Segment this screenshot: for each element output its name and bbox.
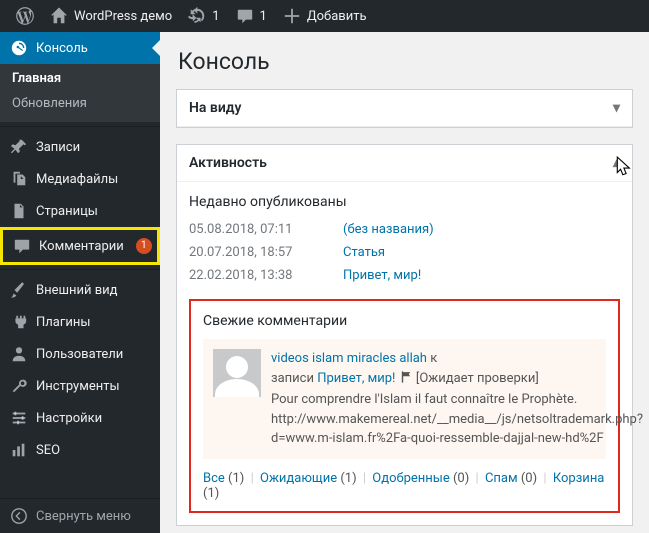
at-a-glance-box: На виду ▾ (176, 89, 633, 128)
menu-seo-label: SEO (36, 443, 60, 458)
new-content[interactable]: Добавить (275, 0, 375, 32)
updates-count: 1 (212, 9, 219, 24)
menu-tools[interactable]: Инструменты (0, 370, 160, 402)
comment-icon (13, 237, 31, 255)
menu-dashboard-label: Консоль (36, 41, 88, 56)
post-date: 20.07.2018, 18:57 (189, 245, 319, 260)
menu-appearance-label: Внешний вид (36, 283, 118, 298)
flag-icon (399, 370, 413, 391)
post-link[interactable]: (без названия) (343, 222, 434, 237)
post-link[interactable]: Привет, мир! (343, 268, 421, 283)
page-icon (10, 202, 28, 220)
pin-icon (10, 138, 28, 156)
menu-pages[interactable]: Страницы (0, 195, 160, 227)
menu-media-label: Медиафайлы (36, 172, 118, 187)
comment-body: videos islam miracles allah к записи При… (271, 349, 643, 449)
activity-box: Активность ▴ Недавно опубликованы 05.08.… (176, 144, 633, 526)
settings-icon (10, 409, 28, 427)
menu-comments-highlight: Комментарии 1 (0, 227, 160, 265)
comment-text-1: Pour comprendre l'Islam il faut connaîtr… (271, 392, 577, 407)
at-a-glance-header[interactable]: На виду ▾ (177, 90, 632, 127)
submenu-updates[interactable]: Обновления (0, 91, 160, 116)
comment-author[interactable]: videos islam miracles allah (271, 351, 427, 366)
avatar (213, 349, 261, 397)
menu-posts-label: Записи (36, 140, 80, 155)
filter-all[interactable]: Все (203, 471, 225, 486)
plus-icon (283, 7, 301, 25)
comment-post-link[interactable]: Привет, мир! (317, 371, 395, 386)
brush-icon (10, 281, 28, 299)
post-row: 20.07.2018, 18:57 Статья (189, 241, 620, 264)
comment-filters: Все (1) | Ожидающие (1) | Одобренные (0)… (203, 471, 606, 501)
content-area: Консоль На виду ▾ Активность ▴ Недавно о… (160, 32, 649, 533)
comments-item[interactable]: 1 (228, 0, 275, 32)
comment-text-2: http://www.makemereal.net/__media__/js/n… (271, 412, 643, 447)
post-row: 22.02.2018, 13:38 Привет, мир! (189, 264, 620, 287)
filter-trash[interactable]: Корзина (553, 471, 605, 486)
site-name-text: WordPress демо (74, 9, 172, 24)
menu-appearance[interactable]: Внешний вид (0, 274, 160, 306)
toggle-icon[interactable]: ▴ (613, 155, 620, 171)
collapse-icon (10, 507, 28, 525)
comments-badge: 1 (136, 238, 152, 254)
user-icon (10, 345, 28, 363)
filter-spam[interactable]: Спам (485, 471, 518, 486)
menu-dashboard[interactable]: Консоль (0, 32, 160, 64)
menu-tools-label: Инструменты (36, 379, 120, 394)
admin-bar: WordPress демо 1 1 Добавить (0, 0, 649, 32)
dashboard-icon (10, 39, 28, 57)
activity-title: Активность (189, 155, 267, 171)
update-icon (188, 7, 206, 25)
comments-count: 1 (260, 9, 267, 24)
filter-pending[interactable]: Ожидающие (260, 471, 337, 486)
menu-settings[interactable]: Настройки (0, 402, 160, 434)
comment-item[interactable]: videos islam miracles allah к записи При… (203, 339, 606, 459)
wp-logo[interactable] (8, 0, 42, 32)
menu-media[interactable]: Медиафайлы (0, 163, 160, 195)
media-icon (10, 170, 28, 188)
menu-plugins[interactable]: Плагины (0, 306, 160, 338)
menu-settings-label: Настройки (36, 411, 102, 426)
menu-pages-label: Страницы (36, 204, 98, 219)
menu-users[interactable]: Пользователи (0, 338, 160, 370)
toggle-icon[interactable]: ▾ (613, 100, 620, 116)
menu-seo[interactable]: SEO (0, 434, 160, 466)
post-date: 22.02.2018, 13:38 (189, 268, 319, 283)
plugin-icon (10, 313, 28, 331)
pending-status: [Ожидает проверки] (416, 371, 539, 386)
post-date: 05.08.2018, 07:11 (189, 222, 319, 237)
recent-comments-highlight: Свежие комментарии videos islam miracles… (189, 299, 620, 513)
seo-icon (10, 441, 28, 459)
activity-header[interactable]: Активность ▴ (177, 145, 632, 182)
menu-comments-label: Комментарии (39, 239, 124, 254)
page-title: Консоль (178, 48, 633, 75)
tools-icon (10, 377, 28, 395)
menu-users-label: Пользователи (36, 347, 123, 362)
menu-comments[interactable]: Комментарии 1 (3, 230, 157, 262)
collapse-menu[interactable]: Свернуть меню (0, 498, 160, 533)
post-link[interactable]: Статья (343, 245, 385, 260)
home-icon (50, 7, 68, 25)
filter-approved[interactable]: Одобренные (372, 471, 449, 486)
recent-comments-title: Свежие комментарии (203, 313, 606, 329)
menu-plugins-label: Плагины (36, 315, 90, 330)
site-name[interactable]: WordPress демо (42, 0, 180, 32)
menu-posts[interactable]: Записи (0, 131, 160, 163)
admin-sidebar: Консоль Главная Обновления Записи Медиаф… (0, 32, 160, 533)
updates-item[interactable]: 1 (180, 0, 227, 32)
collapse-label: Свернуть меню (36, 509, 131, 524)
submenu-dashboard: Главная Обновления (0, 64, 160, 122)
comment-icon (236, 7, 254, 25)
post-row: 05.08.2018, 07:11 (без названия) (189, 218, 620, 241)
submenu-home[interactable]: Главная (0, 66, 160, 91)
add-new-label: Добавить (307, 9, 367, 24)
recently-published-title: Недавно опубликованы (189, 194, 620, 210)
at-a-glance-title: На виду (189, 100, 242, 116)
